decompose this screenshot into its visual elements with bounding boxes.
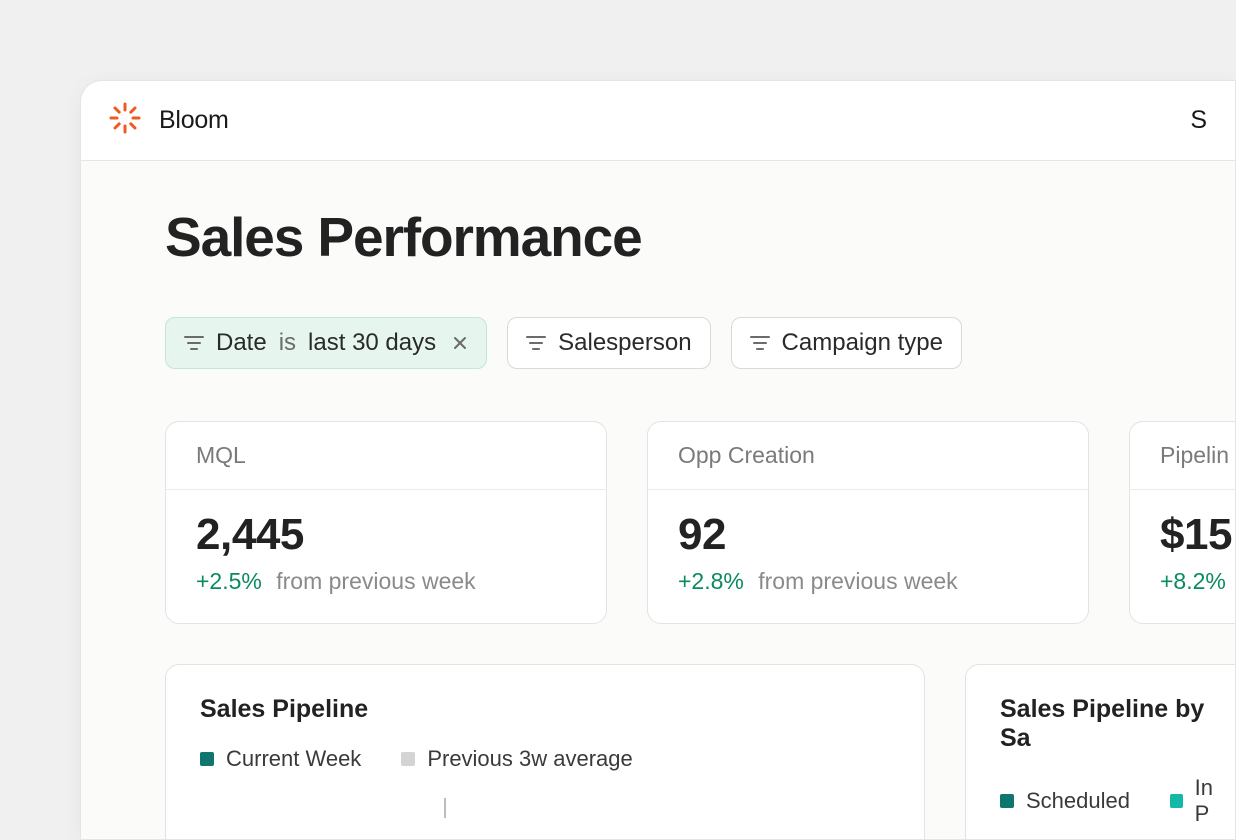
close-icon[interactable] (452, 335, 468, 351)
metric-delta-label: from previous week (276, 568, 475, 594)
filter-icon (526, 335, 546, 351)
filter-chip-campaign-type[interactable]: Campaign type (731, 317, 962, 369)
bloom-logo-icon (109, 102, 141, 139)
legend-label: Scheduled (1026, 788, 1130, 814)
legend-swatch-icon (1170, 794, 1183, 808)
metric-delta-pct: +2.5% (196, 568, 262, 594)
filter-chip-salesperson[interactable]: Salesperson (507, 317, 710, 369)
metric-delta-pct: +2.8% (678, 568, 744, 594)
filter-date-value: last 30 days (308, 329, 436, 357)
app-window: Bloom S Sales Performance Date is last 3… (80, 80, 1236, 840)
filter-icon (750, 335, 770, 351)
metric-value: $15 (1160, 510, 1236, 560)
metric-value: 2,445 (196, 510, 576, 560)
brand[interactable]: Bloom (109, 102, 229, 139)
metric-card-pipeline[interactable]: Pipelin $15 +8.2% (1129, 421, 1236, 624)
legend-item-scheduled[interactable]: Scheduled (1000, 788, 1130, 814)
legend: Scheduled In P (1000, 775, 1230, 827)
metric-delta-pct: +8.2% (1160, 568, 1226, 594)
topbar-right-text[interactable]: S (1190, 106, 1207, 135)
filter-campaign-type-label: Campaign type (782, 329, 943, 357)
metric-value: 92 (678, 510, 1058, 560)
filter-date-op: is (279, 329, 296, 357)
metric-card-opp-creation[interactable]: Opp Creation 92 +2.8% from previous week (647, 421, 1089, 624)
filter-salesperson-label: Salesperson (558, 329, 691, 357)
legend-label: In P (1195, 775, 1230, 827)
metrics-row: MQL 2,445 +2.5% from previous week Opp C… (165, 421, 1151, 624)
filter-date-field: Date (216, 329, 267, 357)
content: Sales Performance Date is last 30 days S… (81, 161, 1235, 840)
panel-sales-pipeline-by: Sales Pipeline by Sa Scheduled In P (965, 664, 1236, 840)
brand-name: Bloom (159, 106, 229, 135)
metric-delta: +8.2% (1160, 568, 1236, 595)
legend-item-previous-3w[interactable]: Previous 3w average (401, 746, 632, 772)
metric-delta-label: from previous week (758, 568, 957, 594)
legend-swatch-icon (1000, 794, 1014, 808)
panel-sales-pipeline: Sales Pipeline Current Week Previous 3w … (165, 664, 925, 840)
chart-axis-tick (444, 798, 446, 818)
filter-icon (184, 335, 204, 351)
metric-title: MQL (196, 442, 576, 469)
metric-card-mql[interactable]: MQL 2,445 +2.5% from previous week (165, 421, 607, 624)
legend-label: Previous 3w average (427, 746, 632, 772)
metric-delta: +2.5% from previous week (196, 568, 576, 595)
legend: Current Week Previous 3w average (200, 746, 890, 772)
panel-title: Sales Pipeline by Sa (1000, 695, 1230, 753)
panels-row: Sales Pipeline Current Week Previous 3w … (165, 664, 1151, 840)
metric-delta: +2.8% from previous week (678, 568, 1058, 595)
metric-title: Opp Creation (678, 442, 1058, 469)
page-title: Sales Performance (165, 205, 1151, 269)
filter-chip-date[interactable]: Date is last 30 days (165, 317, 487, 369)
panel-title: Sales Pipeline (200, 695, 890, 724)
legend-item-in-progress[interactable]: In P (1170, 775, 1230, 827)
legend-item-current-week[interactable]: Current Week (200, 746, 361, 772)
legend-label: Current Week (226, 746, 361, 772)
legend-swatch-icon (200, 752, 214, 766)
legend-swatch-icon (401, 752, 415, 766)
filters-row: Date is last 30 days Salesperson Campaig… (165, 317, 1151, 369)
topbar: Bloom S (81, 81, 1235, 161)
metric-title: Pipelin (1160, 442, 1236, 469)
